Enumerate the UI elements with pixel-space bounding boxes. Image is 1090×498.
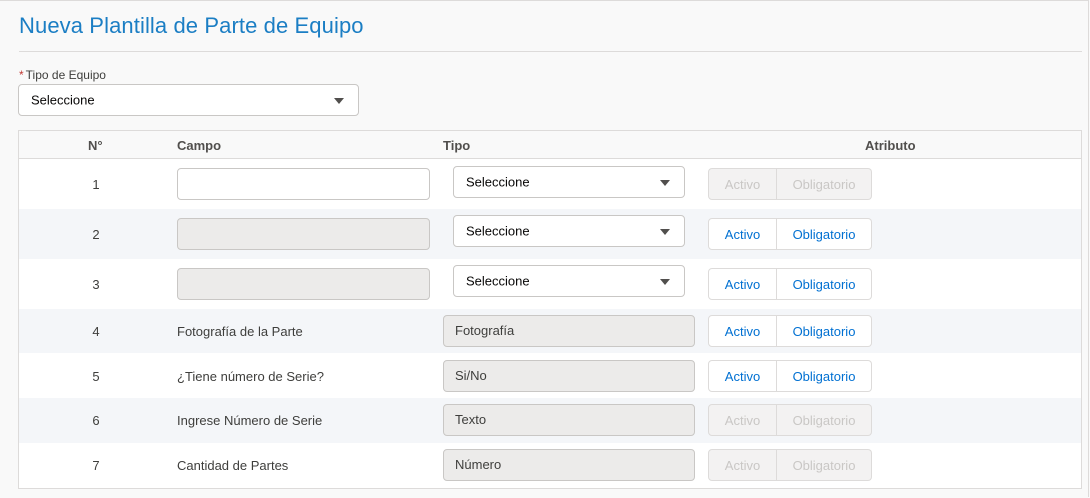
- field-name-text: Ingrese Número de Serie: [177, 413, 323, 428]
- required-button[interactable]: Obligatorio: [777, 218, 872, 250]
- row-number: 4: [92, 324, 100, 339]
- row-number: 7: [92, 458, 100, 473]
- field-type-readonly: Número: [443, 449, 695, 481]
- attribute-buttons: Activo Obligatorio: [708, 315, 872, 347]
- field-name-input: [177, 218, 430, 250]
- required-button[interactable]: Obligatorio: [777, 168, 872, 200]
- attribute-buttons: Activo Obligatorio: [708, 218, 872, 250]
- active-button[interactable]: Activo: [708, 315, 777, 347]
- attribute-buttons: Activo Obligatorio: [708, 404, 872, 436]
- chevron-down-icon: [660, 229, 670, 235]
- table-row: 2 Seleccione Activo Obligatorio: [19, 209, 1081, 259]
- active-button[interactable]: Activo: [708, 360, 777, 392]
- field-type-readonly: Si/No: [443, 360, 695, 392]
- table-row: 6 Ingrese Número de Serie Texto Activo O…: [19, 398, 1081, 443]
- field-name-input: [177, 268, 430, 300]
- equipment-type-label: * Tipo de Equipo: [19, 68, 106, 82]
- field-type-select-value: Seleccione: [466, 174, 530, 190]
- parts-table: N° Campo Tipo Atributo 1 Seleccione Acti…: [18, 130, 1082, 489]
- required-button[interactable]: Obligatorio: [777, 268, 872, 300]
- required-button[interactable]: Obligatorio: [777, 360, 872, 392]
- attribute-buttons: Activo Obligatorio: [708, 360, 872, 392]
- row-number: 1: [92, 177, 100, 192]
- field-type-readonly: Fotografía: [443, 315, 695, 347]
- required-button[interactable]: Obligatorio: [777, 449, 872, 481]
- field-name-text: Cantidad de Partes: [177, 458, 289, 473]
- chevron-down-icon: [334, 98, 344, 104]
- header-attribute: Atributo: [865, 138, 916, 153]
- active-button[interactable]: Activo: [708, 404, 777, 436]
- active-button[interactable]: Activo: [708, 168, 777, 200]
- field-type-select[interactable]: Seleccione: [453, 166, 685, 198]
- row-number: 6: [92, 413, 100, 428]
- table-row: 7 Cantidad de Partes Número Activo Oblig…: [19, 443, 1081, 488]
- table-header: N° Campo Tipo Atributo: [19, 131, 1081, 159]
- attribute-buttons: Activo Obligatorio: [708, 268, 872, 300]
- active-button[interactable]: Activo: [708, 449, 777, 481]
- table-row: 1 Seleccione Activo Obligatorio: [19, 159, 1081, 209]
- row-number: 5: [92, 369, 100, 384]
- table-row: 3 Seleccione Activo Obligatorio: [19, 259, 1081, 309]
- field-type-select[interactable]: Seleccione: [453, 215, 685, 247]
- table-row: 5 ¿Tiene número de Serie? Si/No Activo O…: [19, 353, 1081, 398]
- active-button[interactable]: Activo: [708, 218, 777, 250]
- equipment-type-select-value: Seleccione: [31, 92, 95, 108]
- field-name-input[interactable]: [177, 168, 430, 200]
- row-number: 2: [92, 227, 100, 242]
- field-type-readonly: Texto: [443, 404, 695, 436]
- required-marker: *: [19, 68, 24, 82]
- required-button[interactable]: Obligatorio: [777, 404, 872, 436]
- field-name-text: ¿Tiene número de Serie?: [177, 369, 324, 384]
- header-field: Campo: [177, 138, 222, 153]
- attribute-buttons: Activo Obligatorio: [708, 168, 872, 200]
- chevron-down-icon: [660, 279, 670, 285]
- field-type-select[interactable]: Seleccione: [453, 265, 685, 297]
- field-name-text: Fotografía de la Parte: [177, 324, 303, 339]
- active-button[interactable]: Activo: [708, 268, 777, 300]
- equipment-type-label-text: Tipo de Equipo: [25, 68, 106, 82]
- header-num: N°: [88, 138, 103, 153]
- page-title: Nueva Plantilla de Parte de Equipo: [19, 13, 364, 38]
- field-type-select-value: Seleccione: [466, 273, 530, 289]
- field-type-select-value: Seleccione: [466, 223, 530, 239]
- row-number: 3: [92, 277, 100, 292]
- header-type: Tipo: [443, 138, 471, 153]
- attribute-buttons: Activo Obligatorio: [708, 449, 872, 481]
- required-button[interactable]: Obligatorio: [777, 315, 872, 347]
- title-divider: [19, 51, 1082, 52]
- table-row: 4 Fotografía de la Parte Fotografía Acti…: [19, 309, 1081, 353]
- equipment-type-select[interactable]: Seleccione: [18, 84, 359, 116]
- chevron-down-icon: [660, 180, 670, 186]
